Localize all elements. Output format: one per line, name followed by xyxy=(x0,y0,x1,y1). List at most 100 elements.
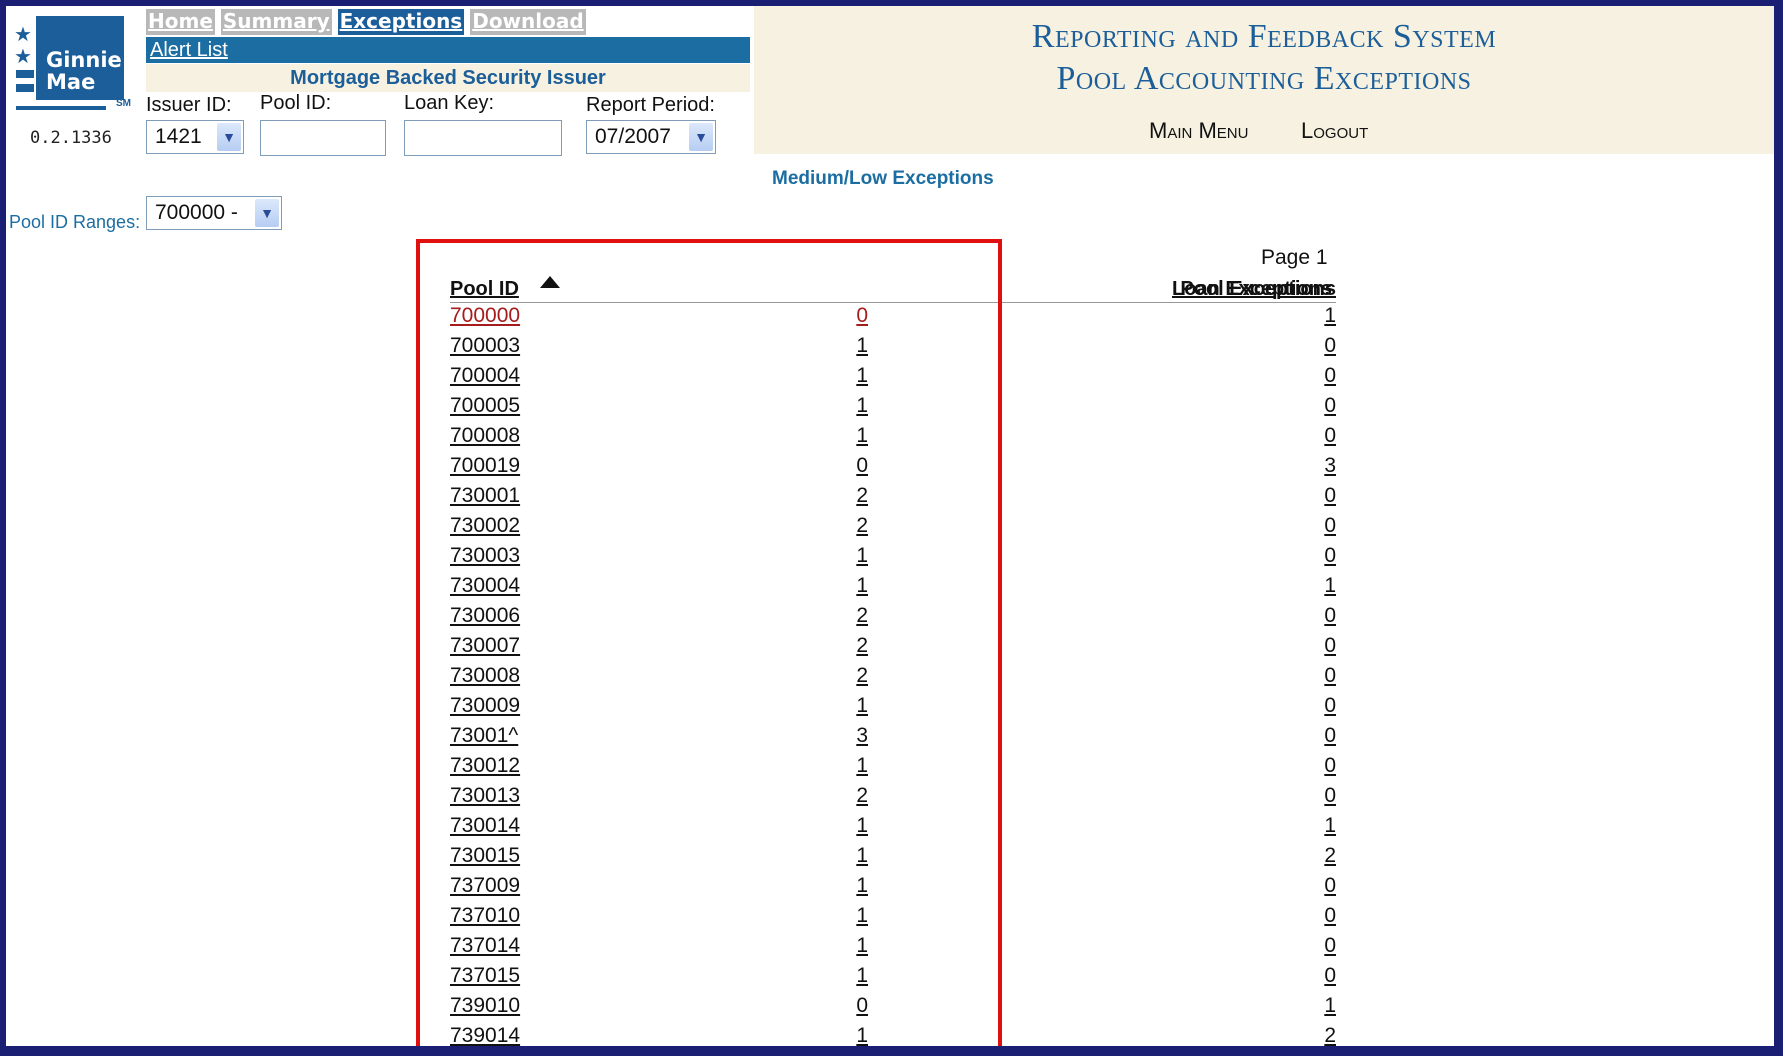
pool-id-link[interactable]: 739014 xyxy=(450,1024,520,1046)
pool-exceptions-link[interactable]: 1 xyxy=(856,1024,868,1046)
loan-exceptions-link[interactable]: 0 xyxy=(1324,334,1336,358)
loan-exceptions-link[interactable]: 1 xyxy=(1324,304,1336,328)
pool-id-link[interactable]: 730015 xyxy=(450,844,520,868)
loan-exceptions-link[interactable]: 0 xyxy=(1324,784,1336,808)
pool-id-link[interactable]: 730004 xyxy=(450,574,520,598)
loan-exceptions-link[interactable]: 0 xyxy=(1324,424,1336,448)
chevron-down-icon[interactable]: ▼ xyxy=(255,199,279,227)
pool-exceptions-link[interactable]: 1 xyxy=(856,964,868,988)
pool-exceptions-link[interactable]: 1 xyxy=(856,844,868,868)
loan-key-input[interactable] xyxy=(404,120,562,156)
pool-exceptions-link[interactable]: 1 xyxy=(856,334,868,358)
loan-exceptions-link[interactable]: 0 xyxy=(1324,634,1336,658)
pool-id-link[interactable]: 730008 xyxy=(450,664,520,688)
nav-summary[interactable]: Summary xyxy=(220,9,332,35)
pool-id-link[interactable]: 739010 xyxy=(450,994,520,1018)
pool-id-link[interactable]: 73001^ xyxy=(450,724,518,748)
loan-exceptions-link[interactable]: 0 xyxy=(1324,394,1336,418)
pool-id-link[interactable]: 700019 xyxy=(450,454,520,478)
pool-exceptions-link[interactable]: 1 xyxy=(856,754,868,778)
pool-exceptions-link[interactable]: 2 xyxy=(856,514,868,538)
loan-exceptions-link[interactable]: 0 xyxy=(1324,484,1336,508)
logo-badge: Ginnie Mae xyxy=(36,16,124,100)
loan-exceptions-link[interactable]: 3 xyxy=(1324,454,1336,478)
pool-id-link[interactable]: 730006 xyxy=(450,604,520,628)
pool-exceptions-link[interactable]: 3 xyxy=(856,724,868,748)
logout-link[interactable]: Logout xyxy=(1301,118,1368,144)
pool-id-link[interactable]: 737015 xyxy=(450,964,520,988)
pool-exceptions-link[interactable]: 2 xyxy=(856,634,868,658)
section-subtitle: Medium/Low Exceptions xyxy=(772,168,994,189)
table-row: 700004 1 0 xyxy=(450,364,1336,394)
loan-exceptions-link[interactable]: 0 xyxy=(1324,874,1336,898)
pool-exceptions-link[interactable]: 1 xyxy=(856,934,868,958)
sort-ascending-icon[interactable] xyxy=(540,276,560,288)
loan-exceptions-link[interactable]: 2 xyxy=(1324,1024,1336,1046)
table-row: 737014 1 0 xyxy=(450,934,1336,964)
pool-id-link[interactable]: 730003 xyxy=(450,544,520,568)
pool-exceptions-link[interactable]: 2 xyxy=(856,484,868,508)
pool-exceptions-link[interactable]: 0 xyxy=(856,454,868,478)
pool-exceptions-link[interactable]: 0 xyxy=(856,994,868,1018)
pool-id-link[interactable]: 730001 xyxy=(450,484,520,508)
pool-id-link[interactable]: 730013 xyxy=(450,784,520,808)
chevron-down-icon[interactable]: ▼ xyxy=(689,123,713,151)
pool-exceptions-link[interactable]: 1 xyxy=(856,394,868,418)
loan-exceptions-link[interactable]: 1 xyxy=(1324,574,1336,598)
loan-exceptions-link[interactable]: 0 xyxy=(1324,604,1336,628)
pool-id-link[interactable]: 700000 xyxy=(450,304,520,328)
chevron-down-icon[interactable]: ▼ xyxy=(217,123,241,151)
alert-list-link[interactable]: Alert List xyxy=(150,39,228,62)
page-frame: ★ ★ Ginnie Mae SM 0.2.1336 Home Summary E… xyxy=(6,6,1774,1046)
pool-id-link[interactable]: 737010 xyxy=(450,904,520,928)
pool-range-label: Pool ID Ranges: xyxy=(9,212,141,232)
loan-exceptions-link[interactable]: 0 xyxy=(1324,544,1336,568)
pool-id-link[interactable]: 700005 xyxy=(450,394,520,418)
nav-home[interactable]: Home xyxy=(146,9,215,35)
pool-exceptions-link[interactable]: 1 xyxy=(856,874,868,898)
pool-exceptions-link[interactable]: 1 xyxy=(856,424,868,448)
pool-id-link[interactable]: 730007 xyxy=(450,634,520,658)
pool-exceptions-link[interactable]: 2 xyxy=(856,784,868,808)
pool-id-link[interactable]: 730012 xyxy=(450,754,520,778)
loan-exceptions-link[interactable]: 1 xyxy=(1324,994,1336,1018)
loan-exceptions-link[interactable]: 0 xyxy=(1324,904,1336,928)
pool-exceptions-link[interactable]: 1 xyxy=(856,574,868,598)
nav-download[interactable]: Download xyxy=(470,9,586,35)
report-period-select[interactable]: 07/2007 ▼ xyxy=(586,120,716,154)
loan-exceptions-link[interactable]: 0 xyxy=(1324,934,1336,958)
issuer-id-select[interactable]: 1421 ▼ xyxy=(146,120,244,154)
pool-id-link[interactable]: 700008 xyxy=(450,424,520,448)
column-header-loan-exceptions[interactable]: Loan Exceptions xyxy=(1172,278,1332,301)
nav-exceptions[interactable]: Exceptions xyxy=(337,9,465,35)
pool-exceptions-link[interactable]: 1 xyxy=(856,694,868,718)
loan-exceptions-link[interactable]: 0 xyxy=(1324,664,1336,688)
pool-exceptions-link[interactable]: 2 xyxy=(856,604,868,628)
pool-id-link[interactable]: 730009 xyxy=(450,694,520,718)
loan-exceptions-link[interactable]: 1 xyxy=(1324,814,1336,838)
loan-exceptions-link[interactable]: 2 xyxy=(1324,844,1336,868)
pool-id-link[interactable]: 730002 xyxy=(450,514,520,538)
pool-exceptions-link[interactable]: 0 xyxy=(856,304,868,328)
pool-id-link[interactable]: 700003 xyxy=(450,334,520,358)
loan-exceptions-link[interactable]: 0 xyxy=(1324,754,1336,778)
pool-id-link[interactable]: 700004 xyxy=(450,364,520,388)
pool-exceptions-link[interactable]: 1 xyxy=(856,364,868,388)
loan-exceptions-link[interactable]: 0 xyxy=(1324,724,1336,748)
pool-exceptions-link[interactable]: 1 xyxy=(856,904,868,928)
loan-exceptions-link[interactable]: 0 xyxy=(1324,364,1336,388)
loan-exceptions-link[interactable]: 0 xyxy=(1324,514,1336,538)
loan-exceptions-link[interactable]: 0 xyxy=(1324,694,1336,718)
loan-exceptions-link[interactable]: 0 xyxy=(1324,964,1336,988)
table-row: 700003 1 0 xyxy=(450,334,1336,364)
pool-exceptions-link[interactable]: 1 xyxy=(856,544,868,568)
pool-id-link[interactable]: 737014 xyxy=(450,934,520,958)
pool-id-link[interactable]: 730014 xyxy=(450,814,520,838)
pool-exceptions-link[interactable]: 2 xyxy=(856,664,868,688)
pool-exceptions-link[interactable]: 1 xyxy=(856,814,868,838)
main-menu-link[interactable]: Main Menu xyxy=(1149,118,1248,144)
pool-range-select[interactable]: 700000 - ▼ xyxy=(146,196,282,230)
pool-id-input[interactable] xyxy=(260,120,386,156)
pool-id-link[interactable]: 737009 xyxy=(450,874,520,898)
column-header-pool-id[interactable]: Pool ID xyxy=(450,278,519,301)
